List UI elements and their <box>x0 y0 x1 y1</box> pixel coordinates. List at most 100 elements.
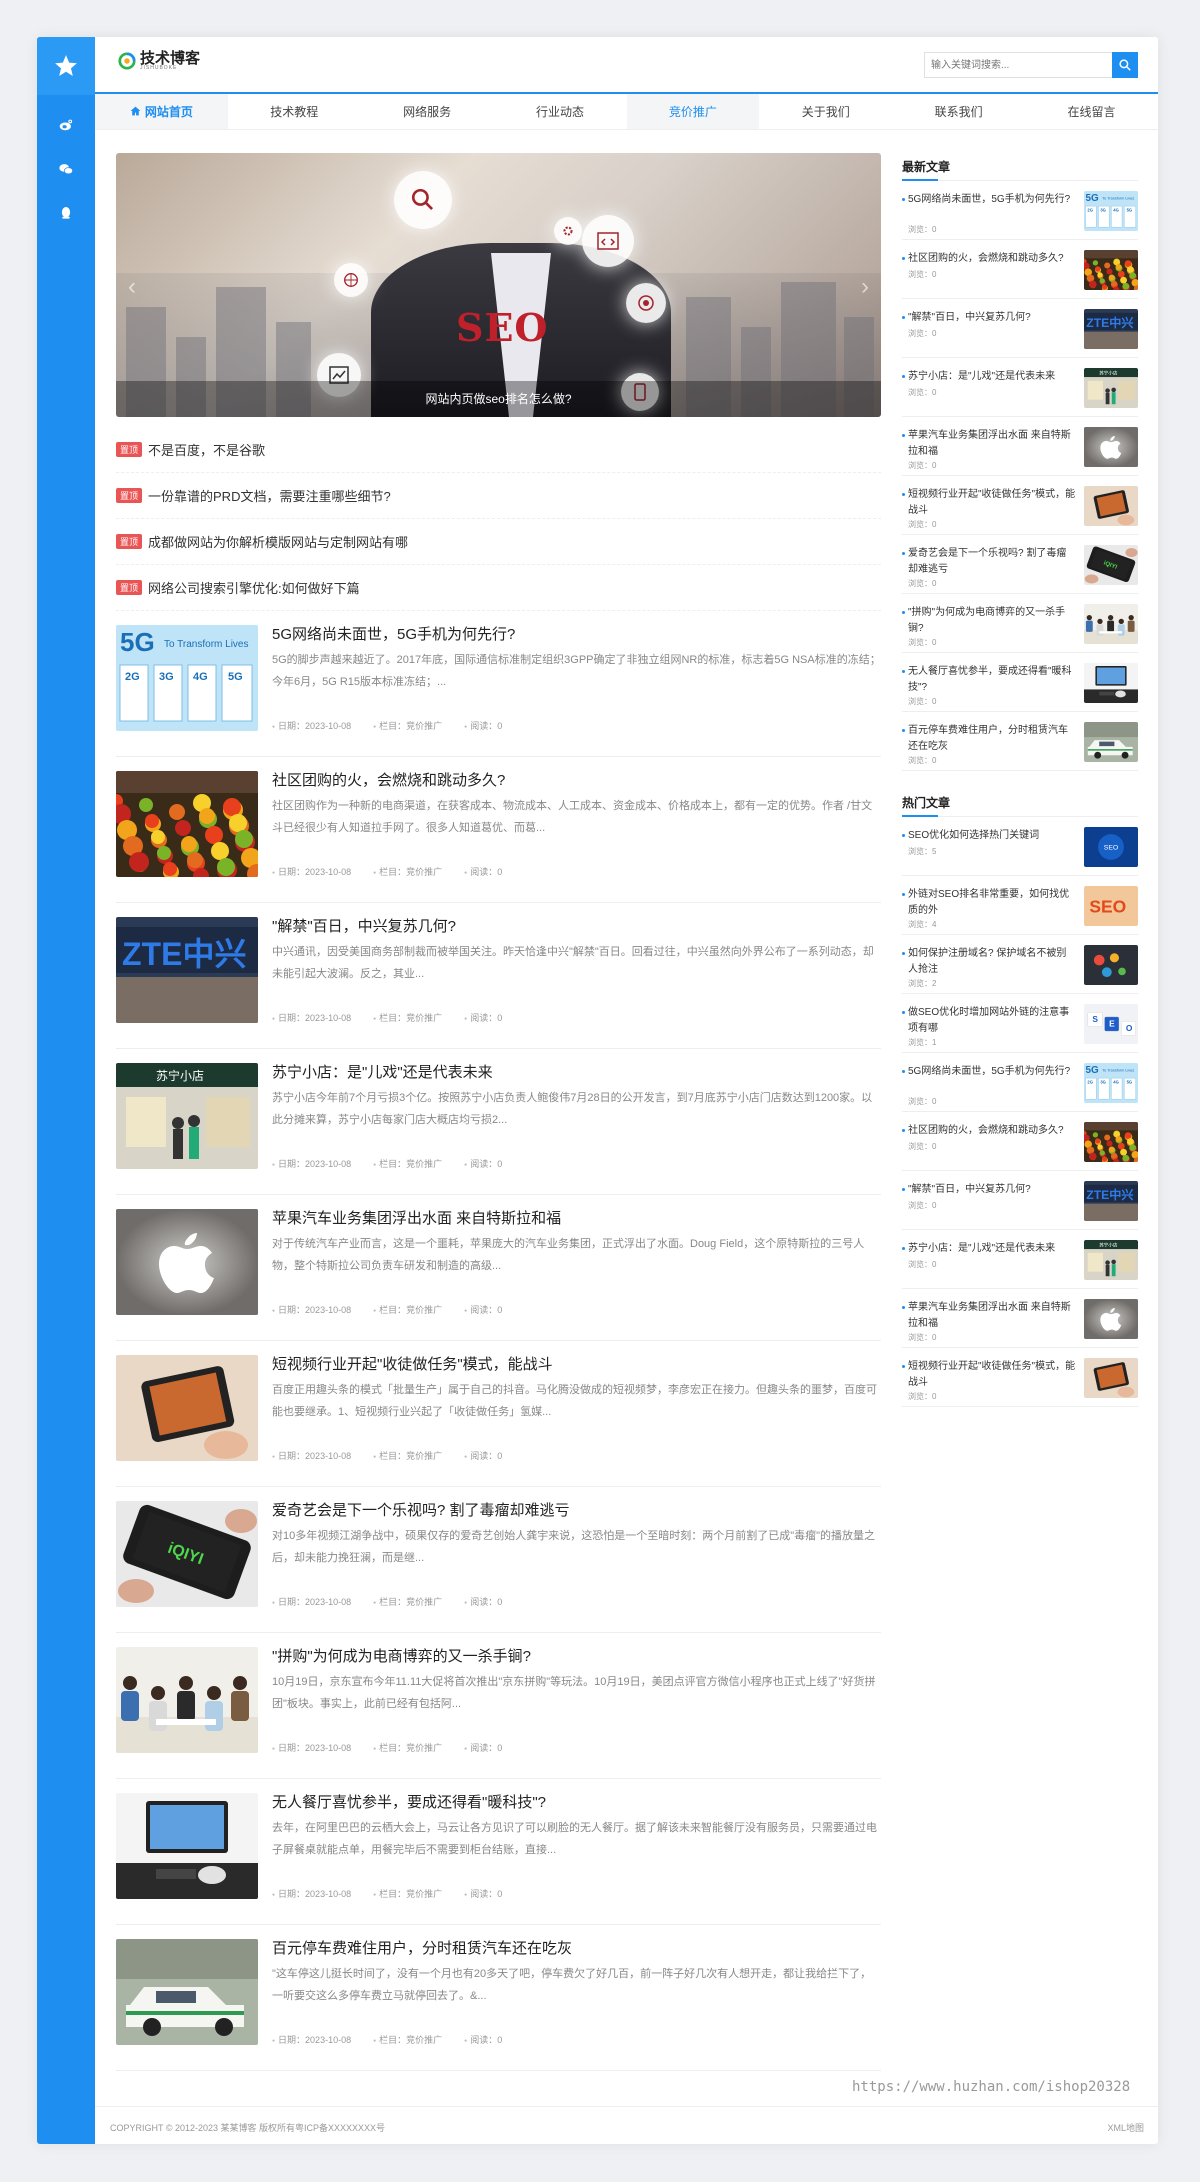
sidebar-article-item[interactable]: 爱奇艺会是下一个乐视吗? 割了毒瘤却难逃亏 浏览：0 iQIYI <box>902 535 1138 594</box>
sidebar-article-item[interactable]: 外链对SEO排名非常重要，如何找优质的外 浏览：4 SEO <box>902 876 1138 935</box>
article-thumbnail[interactable] <box>116 1793 258 1899</box>
pinned-item[interactable]: 置顶 网络公司搜索引擎优化:如何做好下篇 <box>116 565 881 611</box>
article-thumbnail[interactable]: iQIYI <box>116 1501 258 1607</box>
sidebar-article-item[interactable]: 社区团购的火，会燃烧和跳动多久? 浏览：0 <box>902 240 1138 299</box>
sidebar-article-item[interactable]: 苹果汽车业务集团浮出水面 来自特斯拉和福 浏览：0 <box>902 1289 1138 1348</box>
sidebar-article-item[interactable]: 短视频行业开起"收徒做任务"模式，能战斗 浏览：0 <box>902 1348 1138 1407</box>
article-column[interactable]: 栏目：竞价推广 <box>373 719 442 732</box>
sidebar-article-title[interactable]: 苹果汽车业务集团浮出水面 来自特斯拉和福 <box>902 428 1076 460</box>
article-thumbnail[interactable] <box>116 1355 258 1461</box>
nav-item-5[interactable]: 关于我们 <box>759 94 892 129</box>
prev-arrow-icon[interactable]: ‹ <box>122 273 142 301</box>
sidebar-article-thumbnail[interactable] <box>1084 604 1138 644</box>
article-title[interactable]: 5G网络尚未面世，5G手机为何先行? <box>272 625 881 645</box>
sidebar-article-thumbnail[interactable]: ZTE中兴 <box>1084 309 1138 349</box>
sidebar-article-title[interactable]: 5G网络尚未面世，5G手机为何先行? <box>902 192 1076 208</box>
article-title[interactable]: "解禁"百日，中兴复苏几何? <box>272 917 881 937</box>
article-column[interactable]: 栏目：竞价推广 <box>373 1595 442 1608</box>
nav-item-7[interactable]: 在线留言 <box>1025 94 1158 129</box>
sidebar-article-item[interactable]: 苹果汽车业务集团浮出水面 来自特斯拉和福 浏览：0 <box>902 417 1138 476</box>
sidebar-article-item[interactable]: 苏宁小店：是"儿戏"还是代表未来 浏览：0 苏宁小店 <box>902 358 1138 417</box>
sidebar-article-item[interactable]: "解禁"百日，中兴复苏几何? 浏览：0 ZTE中兴 <box>902 1171 1138 1230</box>
sidebar-article-thumbnail[interactable] <box>1084 250 1138 290</box>
article-thumbnail[interactable]: ZTE中兴 <box>116 917 258 1023</box>
article-column[interactable]: 栏目：竞价推广 <box>373 1157 442 1170</box>
wechat-icon[interactable] <box>37 147 95 191</box>
sidebar-article-title[interactable]: 5G网络尚未面世，5G手机为何先行? <box>902 1064 1076 1080</box>
sidebar-article-title[interactable]: 苏宁小店：是"儿戏"还是代表未来 <box>902 369 1076 385</box>
article-column[interactable]: 栏目：竞价推广 <box>373 1741 442 1754</box>
qq-icon[interactable] <box>37 191 95 235</box>
sidebar-article-title[interactable]: 社区团购的火，会燃烧和跳动多久? <box>902 251 1076 267</box>
nav-item-6[interactable]: 联系我们 <box>892 94 1025 129</box>
article-thumbnail[interactable]: 5G To Transform Lives 2G 3G 4G 5G <box>116 625 258 731</box>
article-column[interactable]: 栏目：竞价推广 <box>373 1449 442 1462</box>
article-thumbnail[interactable] <box>116 1209 258 1315</box>
nav-item-2[interactable]: 网络服务 <box>361 94 494 129</box>
sidebar-article-thumbnail[interactable]: ZTE中兴 <box>1084 1181 1138 1221</box>
sidebar-article-item[interactable]: "解禁"百日，中兴复苏几何? 浏览：0 ZTE中兴 <box>902 299 1138 358</box>
sidebar-article-title[interactable]: 如何保护注册域名? 保护域名不被别人抢注 <box>902 946 1076 978</box>
sidebar-article-thumbnail[interactable] <box>1084 486 1138 526</box>
sidebar-article-title[interactable]: 做SEO优化时增加网站外链的注意事项有哪 <box>902 1005 1076 1037</box>
article-title[interactable]: 短视频行业开起"收徒做任务"模式，能战斗 <box>272 1355 881 1375</box>
sidebar-article-title[interactable]: SEO优化如何选择热门关键词 <box>902 828 1076 844</box>
sidebar-article-item[interactable]: 5G网络尚未面世，5G手机为何先行? 浏览：0 5G To Transform L… <box>902 1053 1138 1112</box>
article-title[interactable]: 无人餐厅喜忧参半，要成还得看"暖科技"? <box>272 1793 881 1813</box>
article-column[interactable]: 栏目：竞价推广 <box>373 2033 442 2046</box>
nav-item-4[interactable]: 竞价推广 <box>626 94 760 129</box>
article-column[interactable]: 栏目：竞价推广 <box>373 1887 442 1900</box>
sidebar-article-thumbnail[interactable]: 5G To Transform Lives 2G 3G 4G 5G <box>1084 191 1138 231</box>
pinned-item[interactable]: 置顶 一份靠谱的PRD文档，需要注重哪些细节? <box>116 473 881 519</box>
article-thumbnail[interactable] <box>116 1939 258 2045</box>
sidebar-article-item[interactable]: 短视频行业开起"收徒做任务"模式，能战斗 浏览：0 <box>902 476 1138 535</box>
sidebar-article-title[interactable]: 短视频行业开起"收徒做任务"模式，能战斗 <box>902 1359 1076 1391</box>
sidebar-article-title[interactable]: "解禁"百日，中兴复苏几何? <box>902 1182 1076 1198</box>
sidebar-article-thumbnail[interactable]: SEO <box>1084 827 1138 867</box>
sidebar-article-thumbnail[interactable] <box>1084 945 1138 985</box>
xml-sitemap-link[interactable]: XML地图 <box>1107 2121 1144 2134</box>
sidebar-article-thumbnail[interactable] <box>1084 1358 1138 1398</box>
star-icon[interactable] <box>37 37 95 95</box>
sidebar-article-thumbnail[interactable]: 苏宁小店 <box>1084 1240 1138 1280</box>
article-column[interactable]: 栏目：竞价推广 <box>373 1303 442 1316</box>
search-button[interactable] <box>1112 52 1138 78</box>
sidebar-article-thumbnail[interactable]: iQIYI <box>1084 545 1138 585</box>
sidebar-article-thumbnail[interactable]: 苏宁小店 <box>1084 368 1138 408</box>
sidebar-article-title[interactable]: 苹果汽车业务集团浮出水面 来自特斯拉和福 <box>902 1300 1076 1332</box>
article-title[interactable]: 爱奇艺会是下一个乐视吗? 割了毒瘤却难逃亏 <box>272 1501 881 1521</box>
nav-item-0[interactable]: 网站首页 <box>95 94 228 129</box>
article-thumbnail[interactable] <box>116 1647 258 1753</box>
article-thumbnail[interactable]: 苏宁小店 <box>116 1063 258 1169</box>
banner-carousel[interactable]: SEO ‹ › 网站内页做seo排名怎么做? <box>116 153 881 417</box>
sidebar-article-thumbnail[interactable] <box>1084 722 1138 762</box>
sidebar-article-title[interactable]: 社区团购的火，会燃烧和跳动多久? <box>902 1123 1076 1139</box>
nav-item-3[interactable]: 行业动态 <box>494 94 627 129</box>
pinned-item[interactable]: 置顶 不是百度，不是谷歌 <box>116 427 881 473</box>
sidebar-article-thumbnail[interactable] <box>1084 1122 1138 1162</box>
nav-item-1[interactable]: 技术教程 <box>228 94 361 129</box>
sidebar-article-title[interactable]: 百元停车费难住用户，分时租赁汽车还在吃灰 <box>902 723 1076 755</box>
pinned-item[interactable]: 置顶 成都做网站为你解析模版网站与定制网站有哪 <box>116 519 881 565</box>
sidebar-article-thumbnail[interactable]: 5G To Transform Lives 2G 3G 4G 5G <box>1084 1063 1138 1103</box>
article-title[interactable]: 苏宁小店：是"儿戏"还是代表未来 <box>272 1063 881 1083</box>
site-logo[interactable]: 技术博客 JISHUBOKE <box>118 51 200 71</box>
article-thumbnail[interactable] <box>116 771 258 877</box>
sidebar-article-item[interactable]: 做SEO优化时增加网站外链的注意事项有哪 浏览：1 S E O <box>902 994 1138 1053</box>
article-title[interactable]: 百元停车费难住用户，分时租赁汽车还在吃灰 <box>272 1939 881 1959</box>
article-column[interactable]: 栏目：竞价推广 <box>373 865 442 878</box>
sidebar-article-title[interactable]: "拼购"为何成为电商博弈的又一杀手锏? <box>902 605 1076 637</box>
weibo-icon[interactable] <box>37 103 95 147</box>
sidebar-article-thumbnail[interactable] <box>1084 427 1138 467</box>
sidebar-article-title[interactable]: 爱奇艺会是下一个乐视吗? 割了毒瘤却难逃亏 <box>902 546 1076 578</box>
sidebar-article-item[interactable]: 无人餐厅喜忧参半，要成还得看"暖科技"? 浏览：0 <box>902 653 1138 712</box>
sidebar-article-title[interactable]: 无人餐厅喜忧参半，要成还得看"暖科技"? <box>902 664 1076 696</box>
sidebar-article-thumbnail[interactable]: SEO <box>1084 1004 1138 1044</box>
sidebar-article-item[interactable]: 百元停车费难住用户，分时租赁汽车还在吃灰 浏览：0 <box>902 712 1138 771</box>
sidebar-article-item[interactable]: SEO优化如何选择热门关键词 浏览：5 SEO <box>902 817 1138 876</box>
banner-caption[interactable]: 网站内页做seo排名怎么做? <box>116 381 881 417</box>
sidebar-article-thumbnail[interactable]: SEO <box>1084 886 1138 926</box>
article-title[interactable]: 社区团购的火，会燃烧和跳动多久? <box>272 771 881 791</box>
article-title[interactable]: 苹果汽车业务集团浮出水面 来自特斯拉和福 <box>272 1209 881 1229</box>
article-title[interactable]: "拼购"为何成为电商博弈的又一杀手锏? <box>272 1647 881 1667</box>
